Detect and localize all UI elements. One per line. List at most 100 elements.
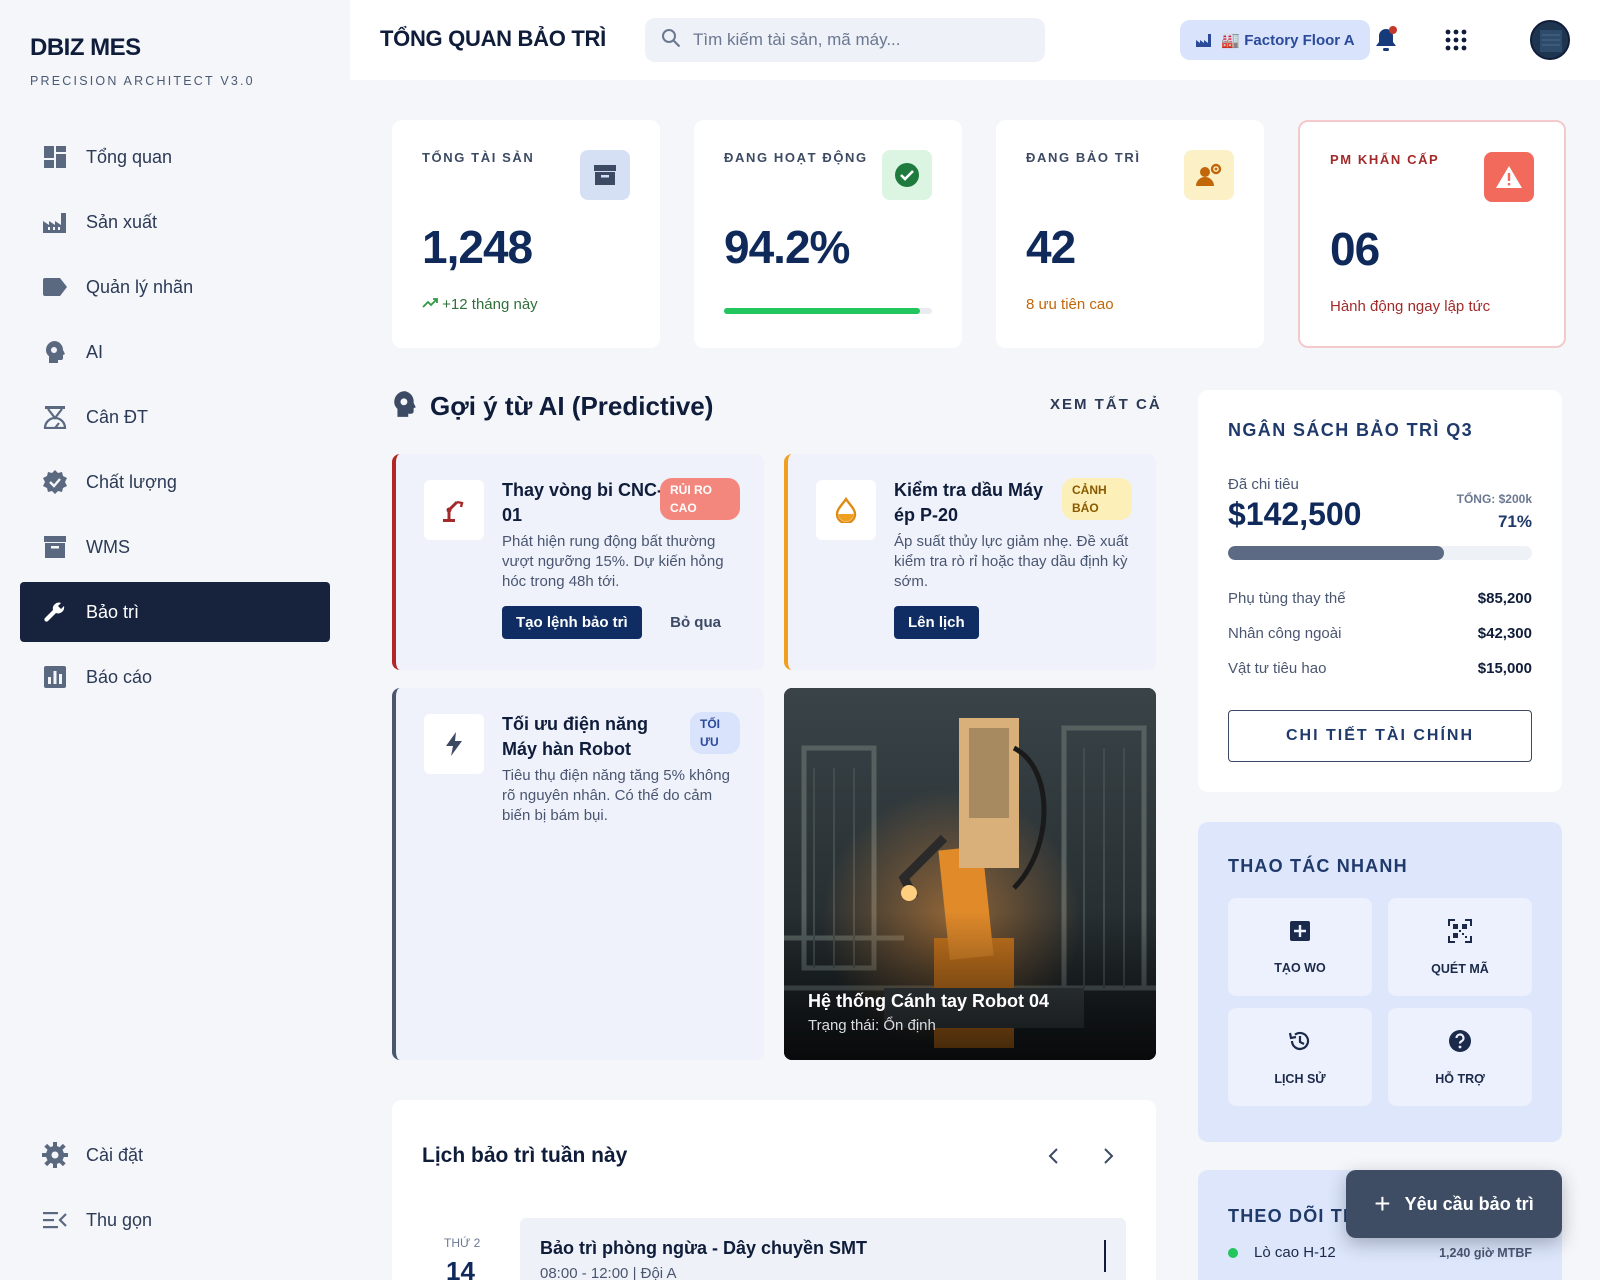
budget-spent-value: $142,500 [1228, 496, 1362, 532]
budget-progress-fill [1228, 546, 1444, 560]
kpi-foot: 8 ưu tiên cao [1026, 296, 1114, 313]
dashboard-icon [42, 144, 68, 170]
ai-card-bearing: Thay vòng bi CNC-01 Phát hiện rung động … [392, 454, 764, 670]
help-icon [1448, 1029, 1472, 1058]
ai-card-title: Thay vòng bi CNC-01 [502, 480, 663, 525]
plus-box-icon [1289, 920, 1311, 947]
ai-card-energy: Tối ưu điện năng Máy hàn Robot Tiêu thụ … [392, 688, 764, 1060]
sidebar-item-label: Chất lượng [86, 471, 177, 492]
inventory-icon [42, 534, 68, 560]
sidebar-item-cai-dat[interactable]: Cài đặt [20, 1125, 330, 1185]
sidebar-item-thu-gon[interactable]: Thu gọn [20, 1190, 330, 1250]
create-wo-button[interactable]: TẠO WO [1228, 898, 1372, 996]
archive-icon [580, 150, 630, 200]
support-button[interactable]: HỖ TRỢ [1388, 1008, 1532, 1106]
oil-drop-icon [816, 480, 876, 540]
schedule-item-time: 08:00 - 12:00 | Đội A [540, 1265, 677, 1280]
schedule-day-label: THỨ 2 [444, 1236, 481, 1250]
notification-bell-icon[interactable] [1370, 24, 1402, 56]
dismiss-button[interactable]: Bỏ qua [670, 614, 721, 631]
kpi-foot-text: +12 tháng này [442, 296, 538, 313]
warning-icon [1484, 152, 1534, 202]
factory-icon [42, 209, 68, 235]
quick-action-label: TẠO WO [1274, 960, 1326, 975]
sidebar-item-label: Quản lý nhãn [86, 276, 194, 297]
ai-head-icon [392, 390, 418, 423]
schedule-button[interactable]: Lên lịch [894, 606, 979, 639]
robot-arm-image[interactable]: Hệ thống Cánh tay Robot 04 Trạng thái: Ổ… [784, 688, 1156, 1060]
budget-row: Vật tư tiêu hao $15,000 [1228, 660, 1532, 677]
budget-spent-label: Đã chi tiêu [1228, 476, 1299, 493]
ai-card-title: Tối ưu điện năng Máy hàn Robot [502, 714, 649, 759]
sidebar-bottom: Cài đặt Thu gọn [20, 1125, 330, 1255]
schedule-item-title: Bảo trì phòng ngừa - Dây chuyền SMT [540, 1238, 868, 1258]
kpi-card-active: ĐANG HOẠT ĐỘNG 94.2% [694, 120, 962, 348]
image-caption-title: Hệ thống Cánh tay Robot 04 [808, 991, 1050, 1011]
tracking-title: THEO DÕI TR [1228, 1206, 1358, 1226]
quick-actions-title: THAO TÁC NHANH [1228, 856, 1408, 876]
sidebar-item-label: Cân ĐT [86, 406, 149, 427]
tracking-row[interactable]: Lò cao H-12 1,240 giờ MTBF [1228, 1244, 1532, 1261]
sidebar-item-bao-cao[interactable]: Báo cáo [20, 647, 330, 707]
optimize-badge: TỐI ƯU [690, 712, 740, 754]
ai-card-desc: Áp suất thủy lực giảm nhẹ. Đề xuất kiểm … [894, 533, 1129, 590]
chevron-right-icon[interactable] [1096, 1144, 1120, 1168]
sidebar-item-wms[interactable]: WMS [20, 517, 330, 577]
search-box[interactable] [645, 18, 1045, 62]
sidebar-item-label: Tổng quan [86, 146, 173, 167]
chevron-left-icon[interactable] [1042, 1144, 1066, 1168]
verified-icon [42, 469, 68, 495]
qr-scan-icon [1448, 918, 1472, 948]
quick-actions: THAO TÁC NHANH TẠO WO QUÉT MÃ LỊCH SỬ HỖ… [1198, 822, 1562, 1142]
robot-arm-icon [424, 480, 484, 540]
sidebar-item-label: Thu gọn [86, 1209, 153, 1230]
sidebar-item-quan-ly-nhan[interactable]: Quản lý nhãn [20, 257, 330, 317]
ai-head-icon [42, 339, 68, 365]
history-icon [1288, 1029, 1312, 1058]
kpi-card-maintenance: ĐANG BẢO TRÌ 42 8 ưu tiên cao [996, 120, 1264, 348]
label-icon [42, 274, 68, 300]
report-icon [42, 664, 68, 690]
factory-icon [1195, 32, 1213, 48]
apps-grid-icon[interactable] [1440, 24, 1472, 56]
sidebar-item-chat-luong[interactable]: Chất lượng [20, 452, 330, 512]
schedule-item[interactable]: Bảo trì phòng ngừa - Dây chuyền SMT 08:0… [520, 1218, 1126, 1280]
factory-selector-label: 🏭 Factory Floor A [1221, 32, 1355, 49]
sidebar-item-label: AI [86, 341, 104, 362]
sidebar-item-label: WMS [86, 536, 130, 557]
see-all-link[interactable]: XEM TẤT CẢ [1050, 396, 1162, 413]
sidebar-item-label: Cài đặt [86, 1144, 144, 1165]
sidebar-item-bao-tri[interactable]: Bảo trì [20, 582, 330, 642]
sidebar-item-label: Bảo trì [86, 601, 140, 622]
history-button[interactable]: LỊCH SỬ [1228, 1008, 1372, 1106]
sidebar-item-san-xuat[interactable]: Sản xuất [20, 192, 330, 252]
scan-code-button[interactable]: QUÉT MÃ [1388, 898, 1532, 996]
ai-card-desc: Tiêu thụ điện năng tăng 5% không rõ nguy… [502, 767, 730, 824]
ai-card-desc: Phát hiện rung động bất thường vượt ngưỡ… [502, 533, 724, 590]
budget-progress [1228, 546, 1532, 560]
budget-percent: 71% [1497, 512, 1532, 531]
brand: DBIZ MES PRECISION ARCHITECT V3.0 [30, 34, 255, 88]
user-avatar[interactable] [1530, 20, 1570, 60]
brand-subtitle: PRECISION ARCHITECT V3.0 [30, 74, 255, 88]
budget-title: NGÂN SÁCH BẢO TRÌ Q3 [1228, 420, 1474, 440]
search-input[interactable] [693, 30, 1023, 50]
sidebar-item-ai[interactable]: AI [20, 322, 330, 382]
schedule-title: Lịch bảo trì tuần này [422, 1144, 628, 1167]
search-icon [661, 28, 681, 53]
plus-icon: + [1374, 1188, 1391, 1219]
quick-action-label: QUÉT MÃ [1431, 961, 1489, 976]
ai-card-oil: Kiểm tra dầu Máy ép P-20 Áp suất thủy lự… [784, 454, 1156, 670]
image-caption-status: Trạng thái: Ổn định [808, 1017, 936, 1034]
sidebar-item-tong-quan[interactable]: Tổng quan [20, 127, 330, 187]
kpi-foot: +12 tháng này [422, 296, 538, 313]
finance-details-button[interactable]: CHI TIẾT TÀI CHÍNH [1228, 710, 1532, 762]
warning-badge: CẢNH BÁO [1062, 478, 1132, 520]
top-header: TỔNG QUAN BẢO TRÌ 🏭 Factory Floor A [350, 0, 1600, 80]
budget-row-label: Nhân công ngoài [1228, 625, 1342, 642]
create-work-order-button[interactable]: Tạo lệnh bảo trì [502, 606, 642, 639]
request-maintenance-button[interactable]: + Yêu cầu bảo trì [1346, 1170, 1562, 1238]
factory-selector[interactable]: 🏭 Factory Floor A [1180, 20, 1370, 60]
schedule-item-marker [1104, 1240, 1106, 1272]
sidebar-item-can-dt[interactable]: Cân ĐT [20, 387, 330, 447]
